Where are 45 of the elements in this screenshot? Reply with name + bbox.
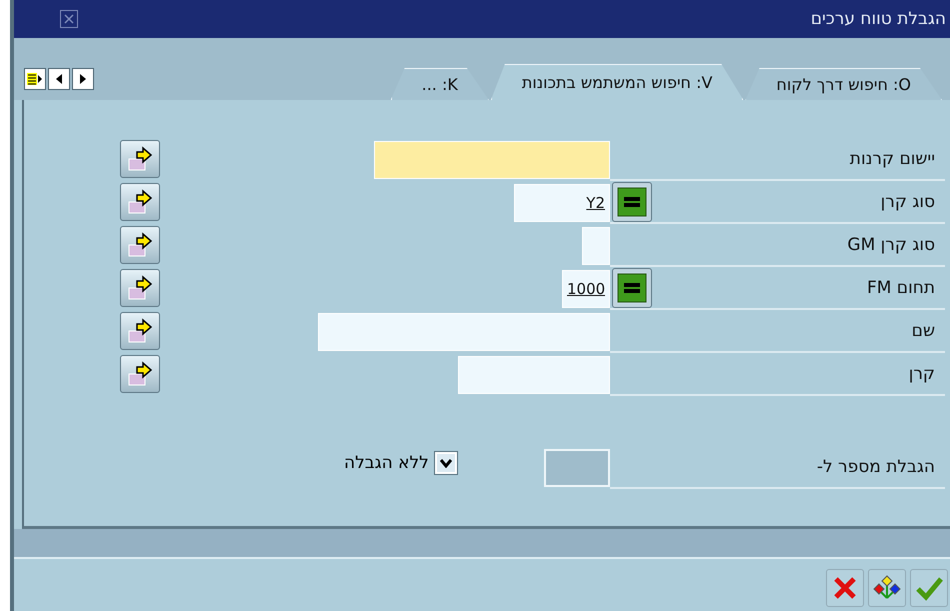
tab[interactable]: K: ...	[390, 68, 489, 100]
tab[interactable]: O: חיפוש דרך לקוח	[745, 68, 942, 100]
close-icon	[832, 575, 858, 601]
check-icon	[915, 575, 943, 601]
equals-icon	[617, 186, 647, 216]
multiple-selection-button[interactable]	[120, 226, 160, 264]
list-icon	[27, 72, 43, 86]
field-label: סוג קרן	[880, 192, 936, 212]
input-field[interactable]: 1000	[562, 270, 610, 308]
arrow-to-page-icon	[127, 361, 153, 387]
next-tab-button[interactable]	[72, 68, 94, 90]
multiple-selection-button[interactable]	[120, 140, 160, 178]
multiple-selection-button[interactable]	[120, 269, 160, 307]
input-field[interactable]	[544, 448, 610, 486]
arrow-to-page-icon	[127, 318, 153, 344]
selection-option-button[interactable]	[612, 182, 652, 222]
field-label: הגבלת מספר ל-	[816, 456, 936, 476]
cancel-button[interactable]	[826, 569, 864, 607]
field-label: סוג קרן GM	[847, 234, 936, 254]
right-triangle-icon	[79, 74, 87, 84]
tab-list-button[interactable]	[24, 68, 46, 90]
check-icon	[440, 458, 452, 468]
multiple-selection-button[interactable]	[120, 183, 160, 221]
equals-icon	[617, 272, 647, 302]
selection-option-button[interactable]	[612, 268, 652, 308]
field-label: שם	[912, 320, 936, 340]
arrow-to-page-icon	[127, 232, 153, 258]
multiple-selection-button[interactable]	[120, 355, 160, 393]
checkbox[interactable]	[434, 452, 457, 474]
field-label: יישום קרנות	[850, 148, 936, 168]
multiple-selection-button[interactable]	[120, 312, 160, 350]
arrow-to-page-icon	[127, 275, 153, 301]
hierarchy-button[interactable]	[868, 569, 906, 607]
arrow-to-page-icon	[127, 189, 153, 215]
arrow-to-page-icon	[127, 146, 153, 172]
field-label: קרן	[908, 364, 936, 384]
close-button[interactable]	[60, 10, 78, 28]
input-field[interactable]: Y2	[514, 184, 610, 222]
close-icon	[64, 14, 74, 24]
tab[interactable]: V: חיפוש המשתמש בתכונות	[490, 64, 744, 100]
previous-tab-button[interactable]	[48, 68, 70, 90]
left-triangle-icon	[55, 74, 63, 84]
field-label: תחום FM	[866, 278, 936, 298]
checkbox-label: ללא הגבלה	[344, 453, 429, 473]
window-title: הגבלת טווח ערכים	[810, 9, 946, 29]
